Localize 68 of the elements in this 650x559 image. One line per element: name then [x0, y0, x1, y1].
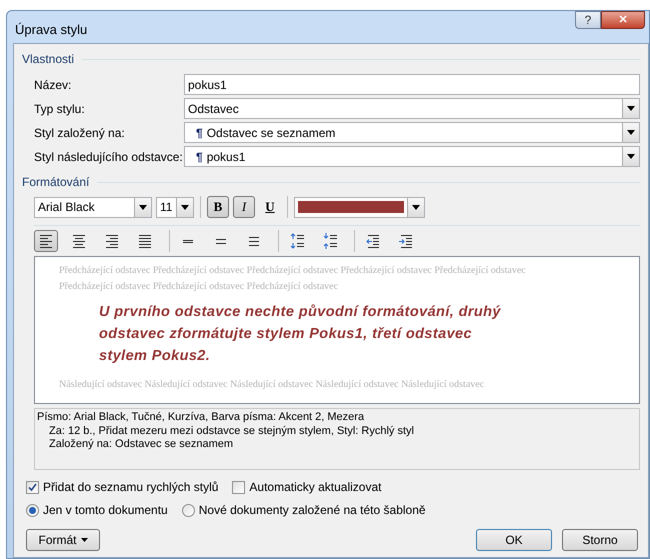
align-left-icon: [38, 232, 54, 250]
indent-less-icon: [365, 232, 381, 250]
dropdown-button[interactable]: [622, 99, 639, 118]
radio-label: Jen v tomto dokumentu: [43, 502, 168, 519]
format-button[interactable]: Formát: [26, 529, 100, 551]
field-label: Styl založený na:: [34, 124, 126, 142]
checkbox[interactable]: [26, 480, 39, 494]
caret-icon: [181, 204, 189, 210]
section-title: Vlastnosti: [22, 51, 74, 68]
field-label: Typ stylu:: [34, 100, 86, 118]
dropdown-field[interactable]: ¶ pokus1: [184, 146, 640, 167]
window-title: Úprava stylu: [15, 21, 88, 39]
dropdown-button[interactable]: [176, 198, 193, 216]
field-label: Název:: [34, 76, 72, 94]
dropdown-value: Odstavec: [188, 100, 239, 118]
description-text: Založený na: Odstavec se seznamem: [48, 438, 234, 452]
color-dropdown[interactable]: [294, 196, 425, 218]
section-title: Formátování: [22, 174, 90, 191]
check-icon: [28, 482, 37, 492]
text-field[interactable]: pokus1: [184, 74, 640, 95]
align-center-icon: [71, 232, 87, 250]
caret-icon: [139, 204, 147, 210]
caret-icon: [412, 204, 420, 210]
bold-button[interactable]: B: [207, 196, 229, 218]
dropdown-value: pokus1: [206, 148, 246, 166]
paragraph-mark: ¶: [196, 148, 203, 166]
dropdown-value: Odstavec se seznamem: [206, 124, 336, 142]
double-icon: [249, 236, 259, 246]
dropdown-button[interactable]: [622, 123, 639, 142]
italic-button[interactable]: I: [233, 196, 255, 218]
align-left-button[interactable]: [34, 230, 58, 252]
checkbox[interactable]: [232, 480, 246, 494]
space-more-icon: [289, 232, 305, 250]
dropdown-value: 11: [159, 199, 174, 216]
dropdown-field[interactable]: Odstavec: [184, 98, 640, 119]
radio-label: Nové dokumenty založené na této šabloně: [198, 502, 426, 519]
dropdown-value: Arial Black: [37, 199, 96, 216]
align-right-icon: [104, 232, 120, 250]
space-less-icon: [322, 232, 338, 250]
description-text: Písmo: Arial Black, Tučné, Kurzíva, Barva písma: Akcent 2, Mezera: [37, 411, 366, 424]
dropdown-button[interactable]: [407, 198, 424, 216]
dropdown-field[interactable]: ¶ Odstavec se seznamem: [184, 122, 640, 143]
dropdown-button[interactable]: [622, 147, 639, 166]
caret-icon: [627, 154, 635, 159]
caret-icon: [627, 106, 635, 111]
one-half-icon: [216, 238, 226, 244]
dialog-button[interactable]: Storno: [562, 529, 638, 551]
font-dropdown[interactable]: Arial Black: [34, 196, 152, 218]
field-label: Styl následujícího odstavce:: [34, 148, 184, 166]
sample-text: U prvního odstavce nechte původní formátování, druhý odstavec zformátujte stylem Pokus1, třetí odstavec stylem Pokus2.: [98, 303, 502, 366]
following-paragraph-text: Následující odstavec Následující odstavec Následující odstavec Následující odstavec Následující odstavec: [59, 378, 486, 392]
justify-icon: [137, 232, 153, 250]
description-text: Za: 12 b., Přidat mezeru mezi odstavce se stejným stylem, Styl: Rychlý styl: [48, 424, 415, 438]
checkbox-label: Automaticky aktualizovat: [249, 479, 382, 496]
underline-button[interactable]: U: [259, 196, 281, 218]
help-button[interactable]: ?: [575, 11, 601, 29]
paragraph-mark: ¶: [196, 124, 203, 142]
caret-icon: [627, 130, 635, 135]
dropdown-button[interactable]: [134, 198, 151, 216]
radio-button[interactable]: [182, 504, 195, 516]
size-dropdown[interactable]: 11: [156, 196, 194, 218]
indent-more-icon: [398, 232, 414, 250]
caret-icon: [80, 538, 88, 542]
preceding-paragraph-text: Předcházející odstavec Předcházející odstavec Předcházející odstavec Předcházející odstavec Předcházející odstavec Předcházející odstavec Předcházející odstavec Předcházející odstavec: [59, 264, 527, 294]
single-icon: [183, 240, 193, 242]
checkbox-label: Přidat do seznamu rychlých stylů: [43, 479, 218, 496]
dialog-button[interactable]: OK: [476, 529, 552, 551]
radio-button[interactable]: [26, 504, 39, 516]
